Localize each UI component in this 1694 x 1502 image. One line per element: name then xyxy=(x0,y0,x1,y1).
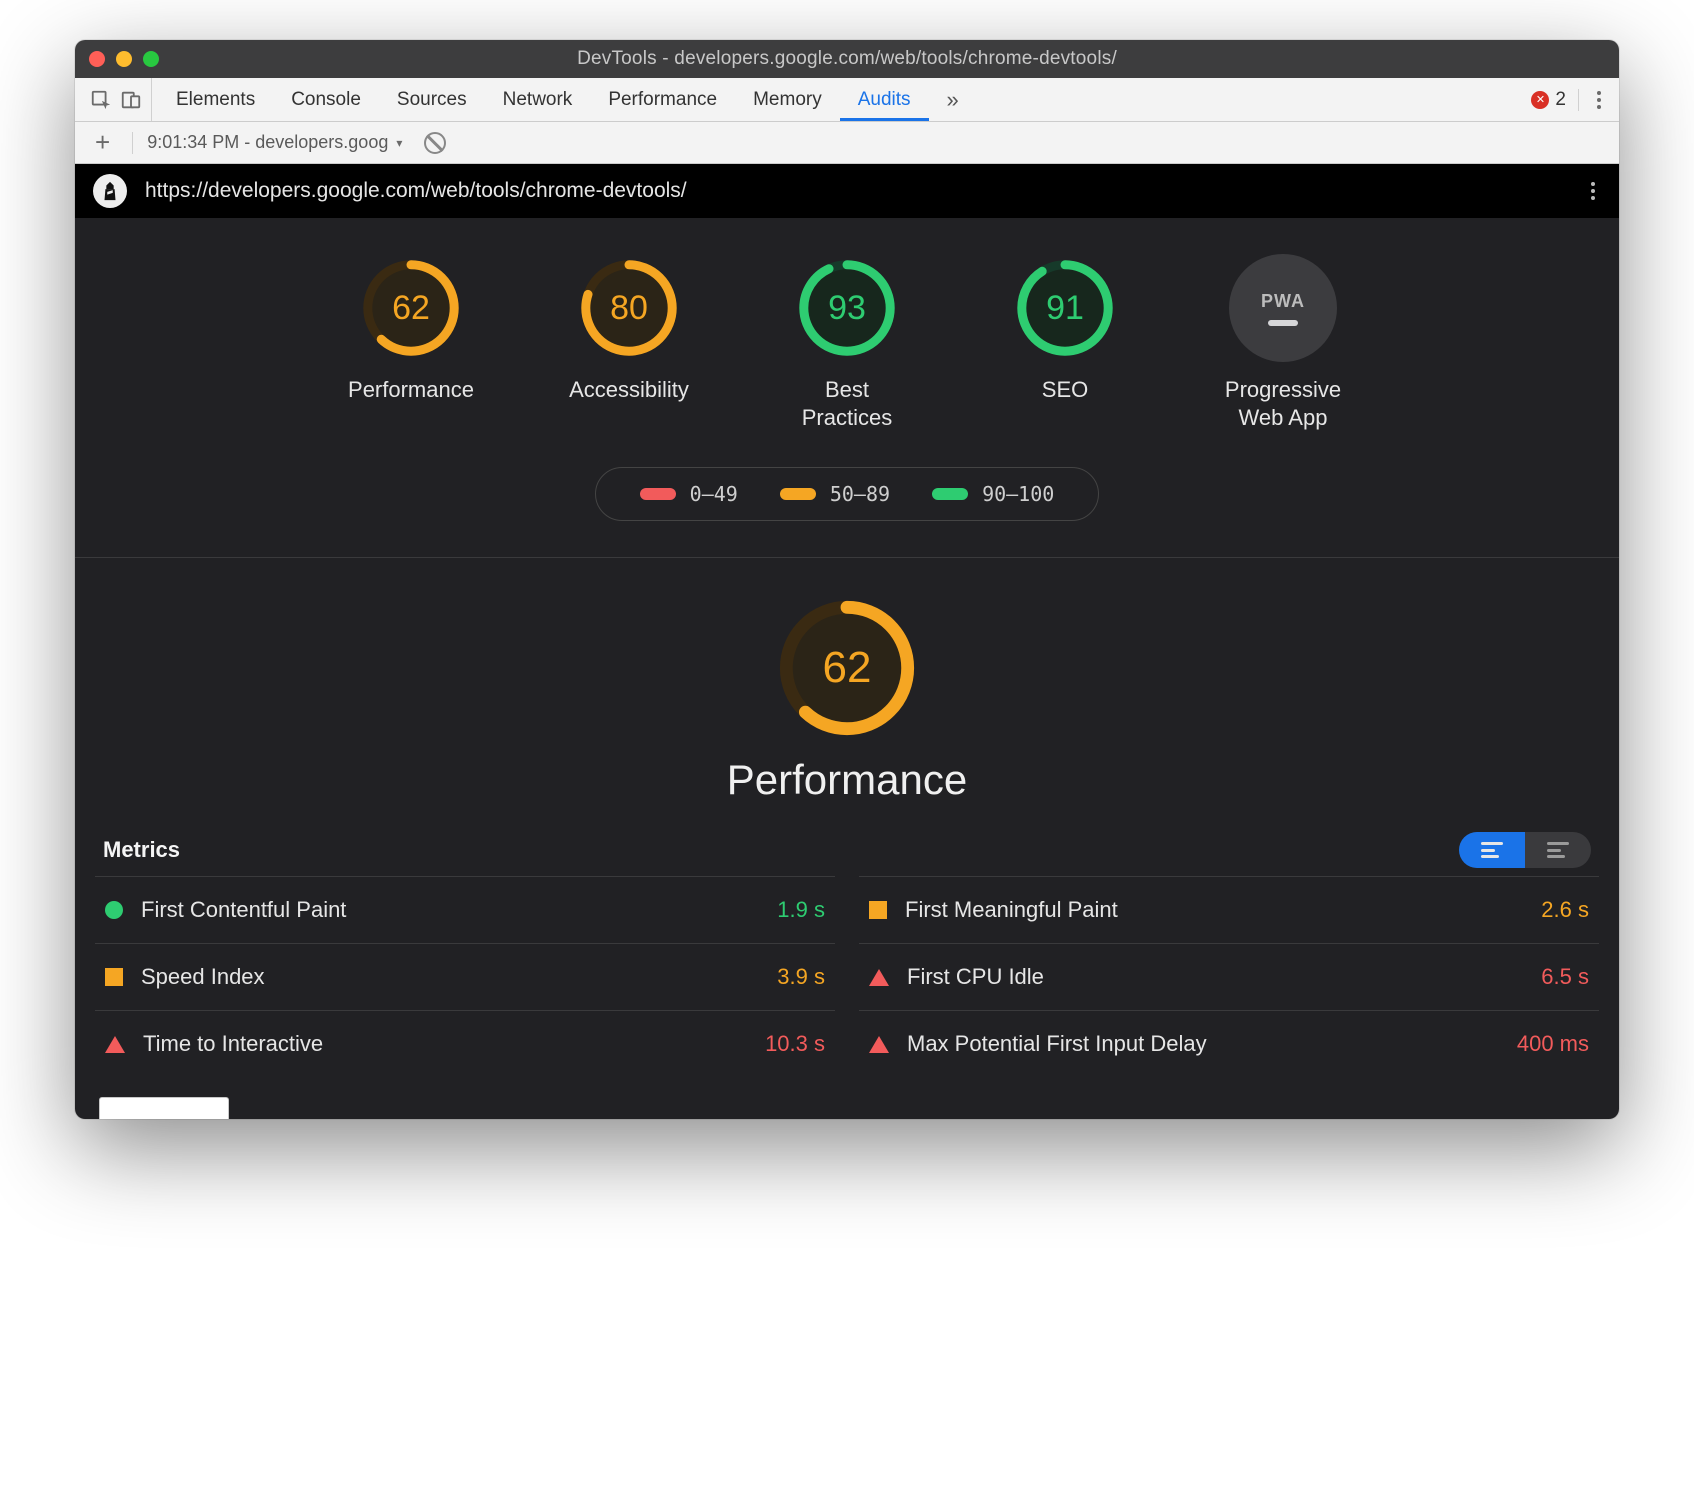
metrics-view-compact[interactable] xyxy=(1459,832,1525,868)
metric-name: Speed Index xyxy=(141,964,265,990)
titlebar: DevTools - developers.google.com/web/too… xyxy=(75,40,1619,78)
traffic-lights xyxy=(89,51,159,67)
legend-pill-fail xyxy=(640,488,676,500)
metric-value: 6.5 s xyxy=(1541,964,1589,990)
gauge-performance[interactable]: 62 Performance xyxy=(326,254,496,431)
metric-row: First Meaningful Paint 2.6 s xyxy=(859,876,1599,943)
tab-console[interactable]: Console xyxy=(273,78,379,121)
status-triangle-icon xyxy=(105,1036,125,1053)
status-triangle-icon xyxy=(869,969,889,986)
report-menu-button[interactable] xyxy=(1585,176,1601,206)
report-url-bar: https://developers.google.com/web/tools/… xyxy=(75,164,1619,218)
chevron-down-icon: ▾ xyxy=(396,136,402,150)
devtools-window: DevTools - developers.google.com/web/too… xyxy=(75,40,1619,1119)
tab-performance[interactable]: Performance xyxy=(590,78,735,121)
gauge-pwa[interactable]: PWAProgressive Web App xyxy=(1198,254,1368,431)
performance-title: Performance xyxy=(727,756,967,804)
status-circle-icon xyxy=(105,901,123,919)
divider xyxy=(132,132,133,154)
metrics-grid: First Contentful Paint 1.9 s First Meaning… xyxy=(75,868,1619,1107)
metrics-title: Metrics xyxy=(103,837,180,863)
metrics-view-toggle xyxy=(1459,832,1591,868)
performance-gauge: 62 xyxy=(777,598,917,738)
tab-sources[interactable]: Sources xyxy=(379,78,485,121)
status-triangle-icon xyxy=(869,1036,889,1053)
status-square-icon xyxy=(869,901,887,919)
audits-toolbar: + 9:01:34 PM - developers.goog ▾ xyxy=(75,122,1619,164)
metric-value: 10.3 s xyxy=(765,1031,825,1057)
clear-report-icon[interactable] xyxy=(424,132,446,154)
settings-menu-button[interactable] xyxy=(1591,85,1607,115)
score-legend: 0–49 50–89 90–100 xyxy=(595,467,1100,521)
gauge-accessibility[interactable]: 80 Accessibility xyxy=(544,254,714,431)
gauge-best-practices[interactable]: 93 BestPractices xyxy=(762,254,932,431)
metric-row: Speed Index 3.9 s xyxy=(95,943,835,1010)
partial-button[interactable] xyxy=(99,1097,229,1119)
metric-name: First Meaningful Paint xyxy=(905,897,1118,923)
tab-audits[interactable]: Audits xyxy=(840,78,929,121)
new-audit-button[interactable]: + xyxy=(87,127,118,158)
metric-row: First CPU Idle 6.5 s xyxy=(859,943,1599,1010)
tab-network[interactable]: Network xyxy=(485,78,591,121)
tabs-overflow-button[interactable]: » xyxy=(929,78,977,121)
legend-pill-average xyxy=(780,488,816,500)
error-icon xyxy=(1531,91,1549,109)
report-selector[interactable]: 9:01:34 PM - developers.goog ▾ xyxy=(147,132,402,153)
panel-tabs: Elements Console Sources Network Perform… xyxy=(158,78,977,121)
devtools-tabstrip: Elements Console Sources Network Perform… xyxy=(75,78,1619,122)
metric-value: 1.9 s xyxy=(777,897,825,923)
report-selector-label: 9:01:34 PM - developers.goog xyxy=(147,132,388,153)
score-gauges: 62 Performance 80 Accessibility 93 BestP… xyxy=(75,218,1619,449)
legend-range-average: 50–89 xyxy=(830,482,890,506)
metrics-header: Metrics xyxy=(75,832,1619,868)
device-toolbar-icon[interactable] xyxy=(119,88,143,112)
zoom-window-button[interactable] xyxy=(143,51,159,67)
bottom-edge xyxy=(75,1107,1619,1119)
tab-elements[interactable]: Elements xyxy=(158,78,273,121)
minimize-window-button[interactable] xyxy=(116,51,132,67)
inspect-element-icon[interactable] xyxy=(89,88,113,112)
status-square-icon xyxy=(105,968,123,986)
lighthouse-icon xyxy=(93,174,127,208)
error-count-value: 2 xyxy=(1555,89,1566,111)
close-window-button[interactable] xyxy=(89,51,105,67)
metric-value: 3.9 s xyxy=(777,964,825,990)
metric-row: First Contentful Paint 1.9 s xyxy=(95,876,835,943)
metric-name: First CPU Idle xyxy=(907,964,1044,990)
divider xyxy=(1578,89,1579,111)
metric-value: 400 ms xyxy=(1517,1031,1589,1057)
legend-range-pass: 90–100 xyxy=(982,482,1054,506)
metric-name: Max Potential First Input Delay xyxy=(907,1031,1207,1057)
performance-hero: 62 Performance xyxy=(75,558,1619,832)
report-url: https://developers.google.com/web/tools/… xyxy=(145,179,687,203)
window-title: DevTools - developers.google.com/web/too… xyxy=(75,48,1619,70)
metric-name: Time to Interactive xyxy=(143,1031,323,1057)
metric-name: First Contentful Paint xyxy=(141,897,346,923)
metric-value: 2.6 s xyxy=(1541,897,1589,923)
performance-score: 62 xyxy=(777,598,917,738)
tab-memory[interactable]: Memory xyxy=(735,78,840,121)
error-count[interactable]: 2 xyxy=(1531,89,1566,111)
legend-pill-pass xyxy=(932,488,968,500)
metrics-view-detailed[interactable] xyxy=(1525,832,1591,868)
metric-row: Max Potential First Input Delay 400 ms xyxy=(859,1010,1599,1077)
gauge-seo[interactable]: 91 SEO xyxy=(980,254,1150,431)
legend-range-fail: 0–49 xyxy=(690,482,738,506)
metric-row: Time to Interactive 10.3 s xyxy=(95,1010,835,1077)
lighthouse-report: 62 Performance 80 Accessibility 93 BestP… xyxy=(75,218,1619,1119)
